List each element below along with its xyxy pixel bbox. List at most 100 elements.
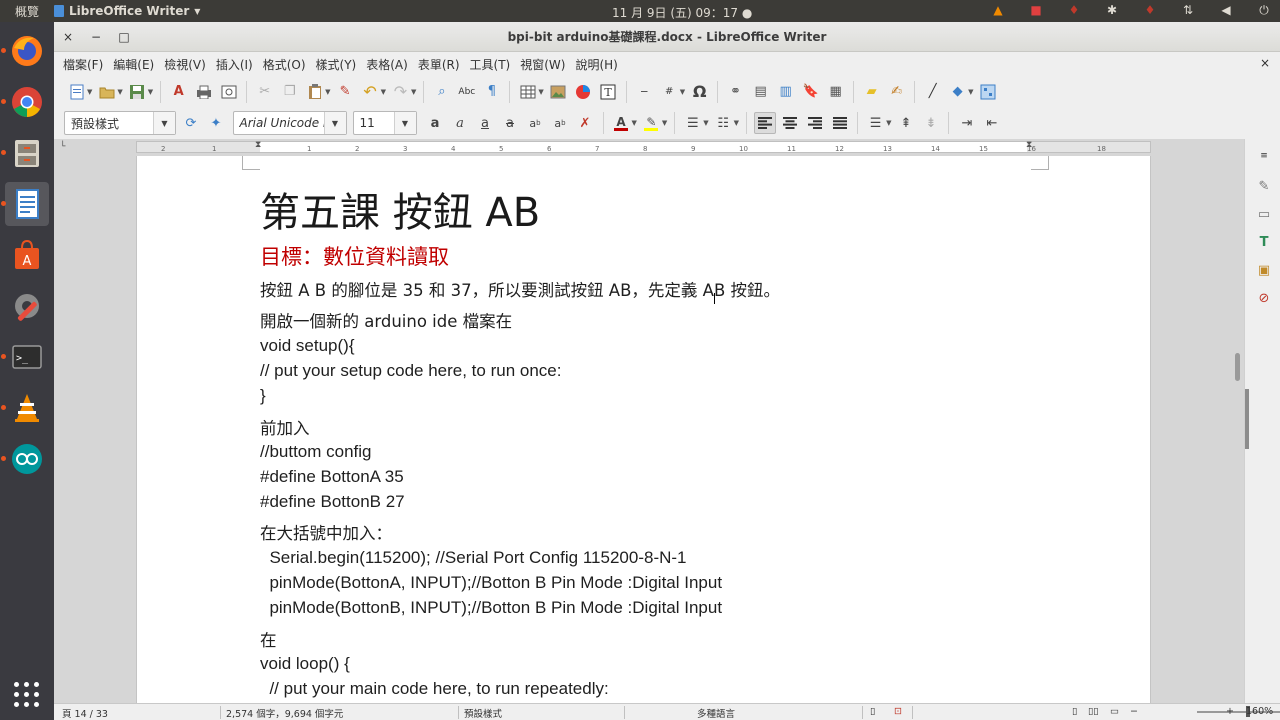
paragraph[interactable]: 按鈕 A B 的腳位是 35 和 37，所以要測試按鈕 AB，先定義 AB 按鈕… (260, 277, 780, 301)
align-center-icon[interactable] (779, 112, 801, 134)
chevron-down-icon[interactable]: ▼ (538, 88, 543, 96)
decrease-indent-icon[interactable]: ⇤ (981, 112, 1003, 134)
chevron-down-icon[interactable]: ▼ (632, 119, 637, 127)
code-line[interactable]: } (260, 386, 266, 406)
increase-indent-icon[interactable]: ⇥ (956, 112, 978, 134)
styles-icon[interactable]: T (1255, 233, 1273, 251)
code-line[interactable]: void loop() { (260, 654, 350, 674)
book-view-icon[interactable]: ▭ (1110, 706, 1119, 717)
spelling-icon[interactable]: Abc (456, 81, 478, 103)
vertical-scrollbar[interactable] (1232, 139, 1244, 703)
align-right-icon[interactable] (804, 112, 826, 134)
insert-line-icon[interactable]: ╱ (922, 81, 944, 103)
insert-bookmark-icon[interactable]: 🔖 (800, 81, 822, 103)
terminal-launcher[interactable]: >_ (1, 335, 49, 379)
navigator-icon[interactable]: ⊘ (1255, 289, 1273, 307)
line-spacing-icon[interactable]: ☰ (865, 112, 887, 134)
properties-icon[interactable]: ✎ (1255, 177, 1273, 195)
menu-tools[interactable]: 工具(T) (465, 56, 516, 73)
new-document-icon[interactable] (66, 81, 88, 103)
chevron-down-icon[interactable]: ▼ (117, 88, 122, 96)
chevron-down-icon[interactable]: ▼ (968, 88, 973, 96)
paste-icon[interactable] (304, 81, 326, 103)
chevron-down-icon[interactable]: ▼ (886, 119, 891, 127)
gallery-icon[interactable]: ▣ (1255, 261, 1273, 279)
font-name-combo[interactable]: Arial Unicode MS ▼ (232, 111, 347, 135)
justify-icon[interactable] (829, 112, 851, 134)
open-folder-icon[interactable] (96, 81, 118, 103)
page-icon[interactable]: ▭ (1255, 205, 1273, 223)
clear-formatting-icon[interactable]: ✗ (574, 112, 596, 134)
menu-format[interactable]: 格式(O) (258, 56, 311, 73)
chevron-down-icon[interactable]: ▼ (381, 88, 386, 96)
export-pdf-icon[interactable]: A (168, 81, 190, 103)
sidebar-menu-icon[interactable]: ≡ (1255, 147, 1273, 165)
insert-cross-reference-icon[interactable]: ▦ (825, 81, 847, 103)
menu-view[interactable]: 檢視(V) (159, 56, 211, 73)
code-line[interactable]: // put your main code here, to run repea… (260, 679, 608, 699)
minimize-window-icon[interactable]: − (82, 30, 110, 44)
zoom-level[interactable]: 160% (1246, 706, 1273, 717)
chevron-down-icon[interactable]: ▼ (87, 88, 92, 96)
menu-form[interactable]: 表單(R) (413, 56, 465, 73)
code-line[interactable]: pinMode(BottonB, INPUT);//Botton B Pin M… (260, 598, 722, 618)
document-canvas[interactable]: 第五課 按鈕 AB 目標：數位資料讀取 按鈕 A B 的腳位是 35 和 37，… (54, 156, 1244, 703)
paragraph-style-combo[interactable]: 預設樣式 ▼ (64, 111, 176, 135)
highlight-color-icon[interactable]: ✎ (640, 112, 662, 134)
show-applications-icon[interactable] (14, 682, 40, 708)
bold-icon[interactable]: a (424, 112, 446, 134)
insert-comment-icon[interactable]: ▰ (861, 81, 883, 103)
ruler-track[interactable]: ⧗ ⧗ 2 1 1 2 3 4 5 6 7 8 9 10 11 12 13 14 15 16 18 (136, 140, 1151, 153)
word-count[interactable]: 2,574 個字，9,694 個字元 (226, 706, 343, 720)
insert-chart-icon[interactable] (572, 81, 594, 103)
clock[interactable]: 11 月 9日 (五) 09：17 ● (612, 4, 752, 21)
print-preview-icon[interactable] (218, 81, 240, 103)
code-line[interactable]: #define BottonB 27 (260, 492, 405, 512)
show-draw-functions-icon[interactable] (977, 81, 999, 103)
chevron-down-icon[interactable]: ▼ (734, 119, 739, 127)
code-line[interactable]: //buttom config (260, 442, 372, 462)
paragraph[interactable]: 在大括號中加入： (260, 520, 392, 544)
chevron-down-icon[interactable]: ▼ (393, 112, 416, 134)
close-window-icon[interactable]: × (54, 30, 82, 44)
arduino-launcher[interactable] (1, 437, 49, 481)
menu-help[interactable]: 說明(H) (570, 56, 622, 73)
insert-hyperlink-icon[interactable]: ⚭ (725, 81, 747, 103)
paragraph[interactable]: 在 (260, 627, 277, 651)
strikethrough-icon[interactable]: a (499, 112, 521, 134)
cut-icon[interactable]: ✂ (254, 81, 276, 103)
paragraph[interactable]: 開啟一個新的 arduino ide 檔案在 (260, 308, 512, 332)
menu-styles[interactable]: 樣式(Y) (311, 56, 362, 73)
numbered-list-icon[interactable]: ☷ (712, 112, 734, 134)
basic-shapes-icon[interactable]: ◆ (947, 81, 969, 103)
code-line[interactable]: // put your setup code here, to run once… (260, 361, 561, 381)
menu-file[interactable]: 檔案(F) (58, 56, 108, 73)
activities-button[interactable]: 概覽 (0, 3, 54, 20)
chrome-launcher[interactable] (1, 80, 49, 124)
formatting-marks-icon[interactable]: ¶ (481, 81, 503, 103)
code-line[interactable]: Serial.begin(115200); //Serial Port Conf… (260, 548, 686, 568)
insert-table-icon[interactable] (517, 81, 539, 103)
zoom-in-icon[interactable]: + (1226, 706, 1234, 717)
increase-paragraph-spacing-icon[interactable]: ⇞ (895, 112, 917, 134)
decrease-paragraph-spacing-icon[interactable]: ⇟ (920, 112, 942, 134)
page-count[interactable]: 頁 14 / 33 (62, 706, 108, 720)
copy-icon[interactable]: ❐ (279, 81, 301, 103)
left-indent-marker[interactable]: ⧗ (255, 140, 261, 150)
superscript-icon[interactable]: ab (524, 112, 546, 134)
language-status[interactable]: 多種語言 (697, 706, 735, 720)
insert-textbox-icon[interactable]: T (597, 81, 619, 103)
bullet-list-icon[interactable]: ☰ (682, 112, 704, 134)
software-center-launcher[interactable]: A (5, 233, 49, 277)
insert-footnote-icon[interactable]: ▤ (750, 81, 772, 103)
vlc-tray-icon[interactable]: ▲ (990, 2, 1006, 18)
special-character-icon[interactable]: Ω (689, 81, 711, 103)
align-left-icon[interactable] (753, 112, 776, 134)
system-settings-launcher[interactable] (5, 284, 49, 328)
volume-icon[interactable]: ◀ (1218, 2, 1234, 18)
chevron-down-icon[interactable]: ▼ (153, 112, 175, 134)
undo-icon[interactable]: ↶ (359, 81, 381, 103)
single-page-view-icon[interactable]: ▯ (1072, 706, 1077, 717)
insert-page-break-icon[interactable]: ⎯ (633, 81, 655, 103)
zoom-out-icon[interactable]: − (1130, 706, 1138, 717)
